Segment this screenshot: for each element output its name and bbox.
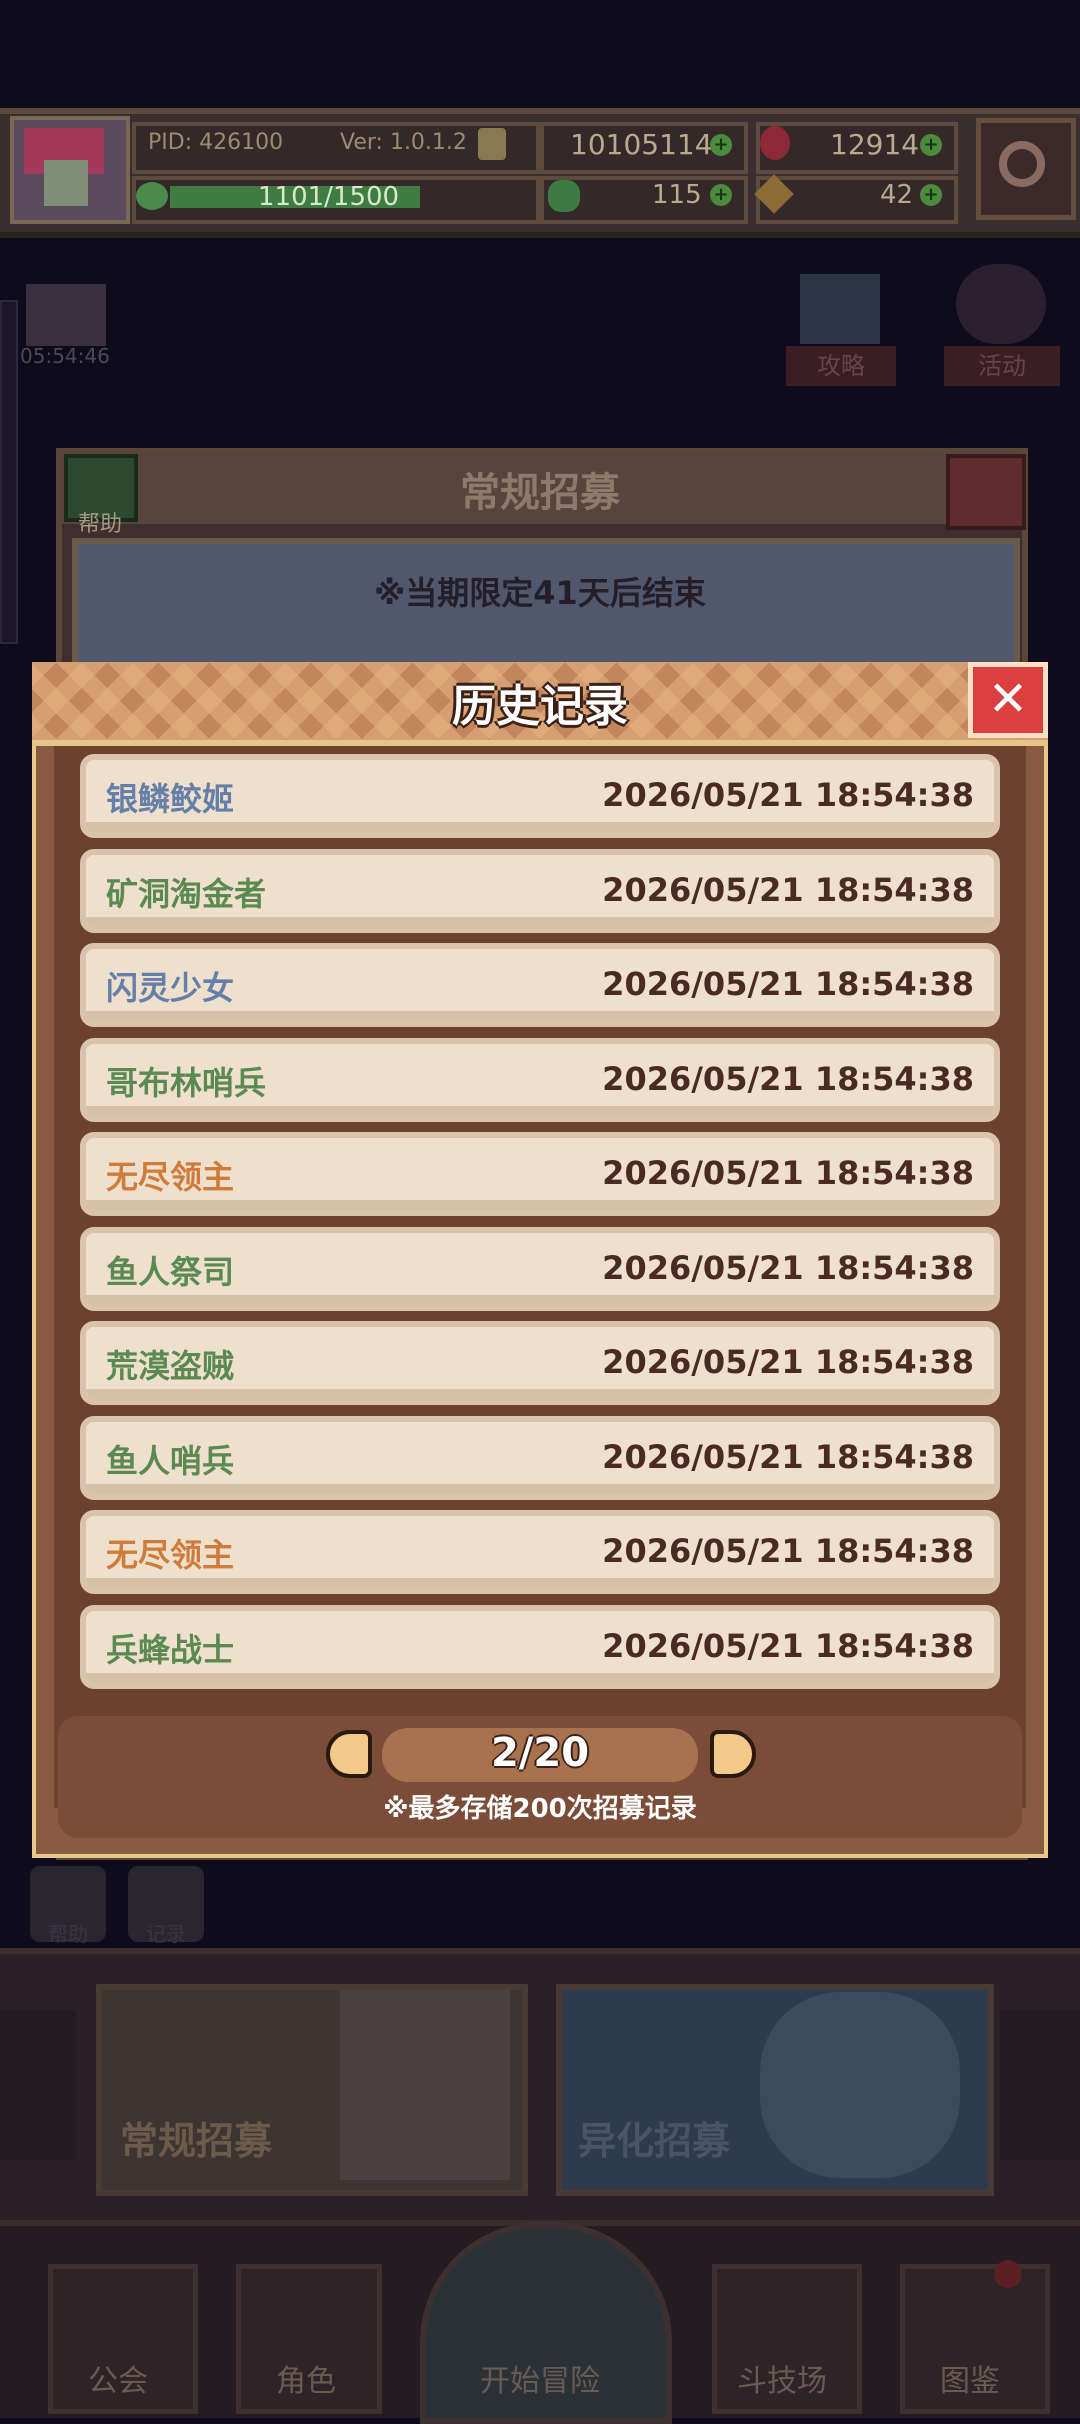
add-clover-icon[interactable]: +: [710, 184, 732, 206]
gear-icon: [999, 141, 1045, 187]
history-record-row: 哥布林哨兵 2026/05/21 18:54:38: [80, 1038, 1000, 1122]
history-record-row: 鱼人祭司 2026/05/21 18:54:38: [80, 1227, 1000, 1311]
clover-icon: [548, 180, 580, 212]
history-record-row: 矿洞淘金者 2026/05/21 18:54:38: [80, 849, 1000, 933]
record-character-name: 兵蜂战士: [106, 1631, 235, 1669]
history-record-row: 无尽领主 2026/05/21 18:54:38: [80, 1510, 1000, 1594]
gift-icon[interactable]: [26, 284, 106, 346]
hammer-value: 42: [880, 180, 914, 210]
storage-note: ※最多存储200次招募记录: [383, 1794, 697, 1824]
record-character-name: 银鳞鲛姬: [106, 780, 235, 818]
prev-page-button[interactable]: [326, 1730, 372, 1778]
event-label: 活动: [944, 346, 1060, 386]
recruit-close-button[interactable]: [946, 454, 1026, 530]
record-timestamp: 2026/05/21 18:54:38: [602, 1154, 974, 1192]
settings-button[interactable]: [976, 118, 1076, 220]
stamina-value: 1101/1500: [258, 182, 400, 212]
record-timestamp: 2026/05/21 18:54:38: [602, 1438, 974, 1476]
player-id: PID: 426100: [148, 130, 284, 155]
regular-recruit-character-art: [340, 1990, 510, 2180]
nav-character-label: 角色: [276, 2364, 336, 2399]
nav-codex-label: 图鉴: [940, 2364, 1000, 2399]
history-record-row: 闪灵少女 2026/05/21 18:54:38: [80, 943, 1000, 1027]
gift-timer: 05:54:46: [20, 344, 110, 368]
history-record-row: 兵蜂战士 2026/05/21 18:54:38: [80, 1605, 1000, 1689]
version-label: Ver: 1.0.1.2: [340, 130, 467, 155]
history-record-row: 无尽领主 2026/05/21 18:54:38: [80, 1132, 1000, 1216]
history-record-row: 荒漠盗贼 2026/05/21 18:54:38: [80, 1321, 1000, 1405]
history-record-row: 鱼人哨兵 2026/05/21 18:54:38: [80, 1416, 1000, 1500]
history-close-button[interactable]: ✕: [968, 662, 1048, 738]
stamina-icon: [136, 182, 168, 210]
nav-guild-label: 公会: [88, 2364, 148, 2399]
mutation-recruit-character-art: [760, 1992, 960, 2178]
clover-value: 115: [652, 180, 702, 210]
history-record-row: 银鳞鲛姬 2026/05/21 18:54:38: [80, 754, 1000, 838]
gold-value: 10105114: [570, 128, 713, 161]
mutation-recruit-label: 异化招募: [578, 2119, 731, 2163]
gem-icon: [760, 126, 790, 160]
record-timestamp: 2026/05/21 18:54:38: [602, 1060, 974, 1098]
recruit-notice: ※当期限定41天后结束: [374, 574, 706, 612]
add-gold-icon[interactable]: +: [710, 134, 732, 156]
guide-label: 攻略: [786, 346, 896, 386]
record-timestamp: 2026/05/21 18:54:38: [602, 965, 974, 1003]
record-character-name: 闪灵少女: [106, 969, 235, 1007]
record-character-name: 鱼人哨兵: [106, 1442, 235, 1480]
record-character-name: 荒漠盗贼: [106, 1347, 235, 1385]
record-character-name: 无尽领主: [106, 1536, 235, 1574]
close-icon: ✕: [987, 671, 1029, 727]
nav-arena-label: 斗技场: [737, 2364, 827, 2399]
recruit-panel-title: 常规招募: [460, 470, 620, 516]
record-timestamp: 2026/05/21 18:54:38: [602, 1532, 974, 1570]
right-arrow-tab[interactable]: [1000, 2010, 1080, 2160]
next-page-button[interactable]: [710, 1730, 756, 1778]
gem-value: 12914: [830, 128, 920, 161]
event-icon[interactable]: [956, 264, 1046, 344]
history-title: 历史记录: [452, 681, 628, 732]
page-number: 2/20: [490, 1730, 590, 1776]
record-timestamp: 2026/05/21 18:54:38: [602, 871, 974, 909]
record-timestamp: 2026/05/21 18:54:38: [602, 776, 974, 814]
record-character-name: 无尽领主: [106, 1158, 235, 1196]
record-character-name: 哥布林哨兵: [106, 1064, 267, 1102]
player-avatar[interactable]: [10, 116, 130, 224]
record-timestamp: 2026/05/21 18:54:38: [602, 1343, 974, 1381]
regular-recruit-label: 常规招募: [120, 2119, 273, 2163]
left-arrow-tab[interactable]: [0, 2010, 76, 2160]
add-gem-icon[interactable]: +: [920, 134, 942, 156]
record-character-name: 鱼人祭司: [106, 1253, 235, 1291]
coin-icon: [478, 128, 506, 160]
record-timestamp: 2026/05/21 18:54:38: [602, 1627, 974, 1665]
add-hammer-icon[interactable]: +: [920, 184, 942, 206]
recruit-help-label: 帮助: [48, 1922, 88, 1946]
help-label: 帮助: [77, 512, 122, 537]
record-timestamp: 2026/05/21 18:54:38: [602, 1249, 974, 1287]
record-character-name: 矿洞淘金者: [106, 875, 267, 913]
guide-icon[interactable]: [800, 274, 880, 344]
start-adventure-label: 开始冒险: [480, 2364, 600, 2399]
notification-dot: [994, 2260, 1022, 2288]
recruit-record-label: 记录: [146, 1922, 186, 1946]
